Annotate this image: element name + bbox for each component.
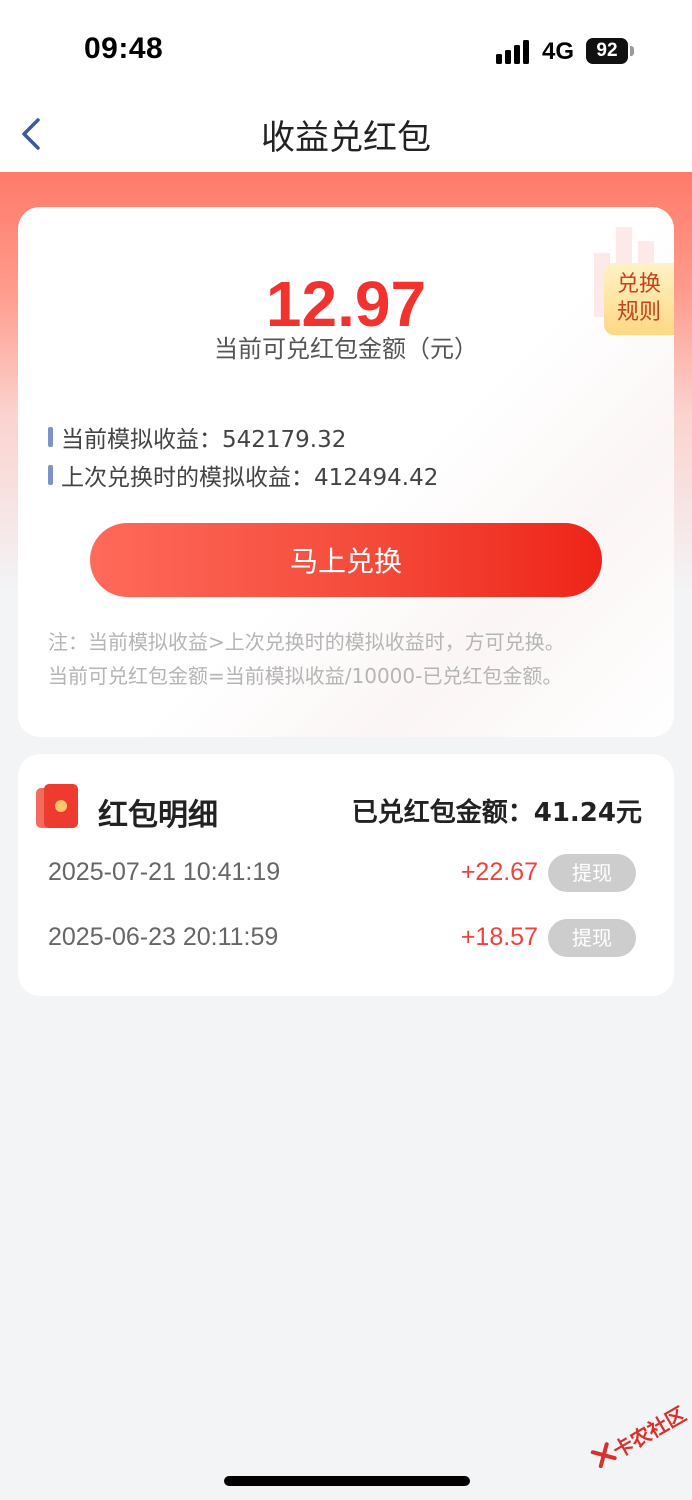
withdraw-button[interactable]: 提现 [548, 854, 636, 892]
signal-icon [496, 40, 529, 64]
battery-tip [630, 46, 634, 56]
list-item: 2025-06-23 20:11:59 +18.57 提现 [48, 919, 636, 959]
last-earnings-row: 上次兑换时的模拟收益：412494.42 [48, 458, 438, 492]
watermark-logo: 卡农社区 [582, 1389, 692, 1491]
record-amount: +18.57 [460, 923, 538, 951]
list-item: 2025-07-21 10:41:19 +22.67 提现 [48, 854, 636, 894]
exchange-now-button[interactable]: 马上兑换 [90, 523, 602, 597]
last-earnings-text: 上次兑换时的模拟收益：412494.42 [61, 465, 439, 491]
bullet-mark [48, 427, 53, 447]
red-packet-icon [36, 784, 78, 828]
details-title: 红包明细 [98, 798, 218, 833]
current-earnings-row: 当前模拟收益：542179.32 [48, 420, 346, 454]
red-packet-details-card: 红包明细 已兑红包金额：41.24元 2025-07-21 10:41:19 +… [18, 754, 674, 996]
note-line-2: 当前可兑红包金额=当前模拟收益/10000-已兑红包金额。 [48, 664, 563, 688]
status-time: 09:48 [84, 32, 164, 65]
rules-badge-line2: 规则 [616, 300, 661, 325]
record-amount: +22.67 [460, 858, 538, 886]
page-title: 收益兑红包 [261, 118, 431, 158]
home-indicator[interactable] [224, 1476, 470, 1486]
rules-badge-line1: 兑换 [616, 272, 661, 297]
network-label: 4G [542, 38, 575, 65]
record-date: 2025-07-21 10:41:19 [48, 858, 281, 886]
current-earnings-text: 当前模拟收益：542179.32 [61, 427, 347, 453]
watermark-text: 卡农社区 [608, 1401, 691, 1463]
nav-bar: 收益兑红包 [0, 100, 692, 172]
redeemed-total: 已兑红包金额：41.24元 [351, 798, 642, 828]
record-date: 2025-06-23 20:11:59 [48, 923, 279, 951]
battery-icon: 92 [586, 38, 628, 64]
amount-label: 当前可兑红包金额（元） [214, 335, 478, 363]
exchange-rules-button[interactable]: 兑换 规则 [604, 263, 674, 335]
status-bar: 09:48 4G 92 [0, 0, 692, 100]
exchange-card: 12.97 当前可兑红包金额（元） 兑换 规则 当前模拟收益：542179.32… [18, 207, 674, 737]
bullet-mark [48, 465, 53, 485]
withdraw-button[interactable]: 提现 [548, 919, 636, 957]
note-line-1: 注：当前模拟收益>上次兑换时的模拟收益时，方可兑换。 [48, 630, 565, 654]
exchange-note: 注：当前模拟收益>上次兑换时的模拟收益时，方可兑换。 当前可兑红包金额=当前模拟… [48, 625, 648, 693]
